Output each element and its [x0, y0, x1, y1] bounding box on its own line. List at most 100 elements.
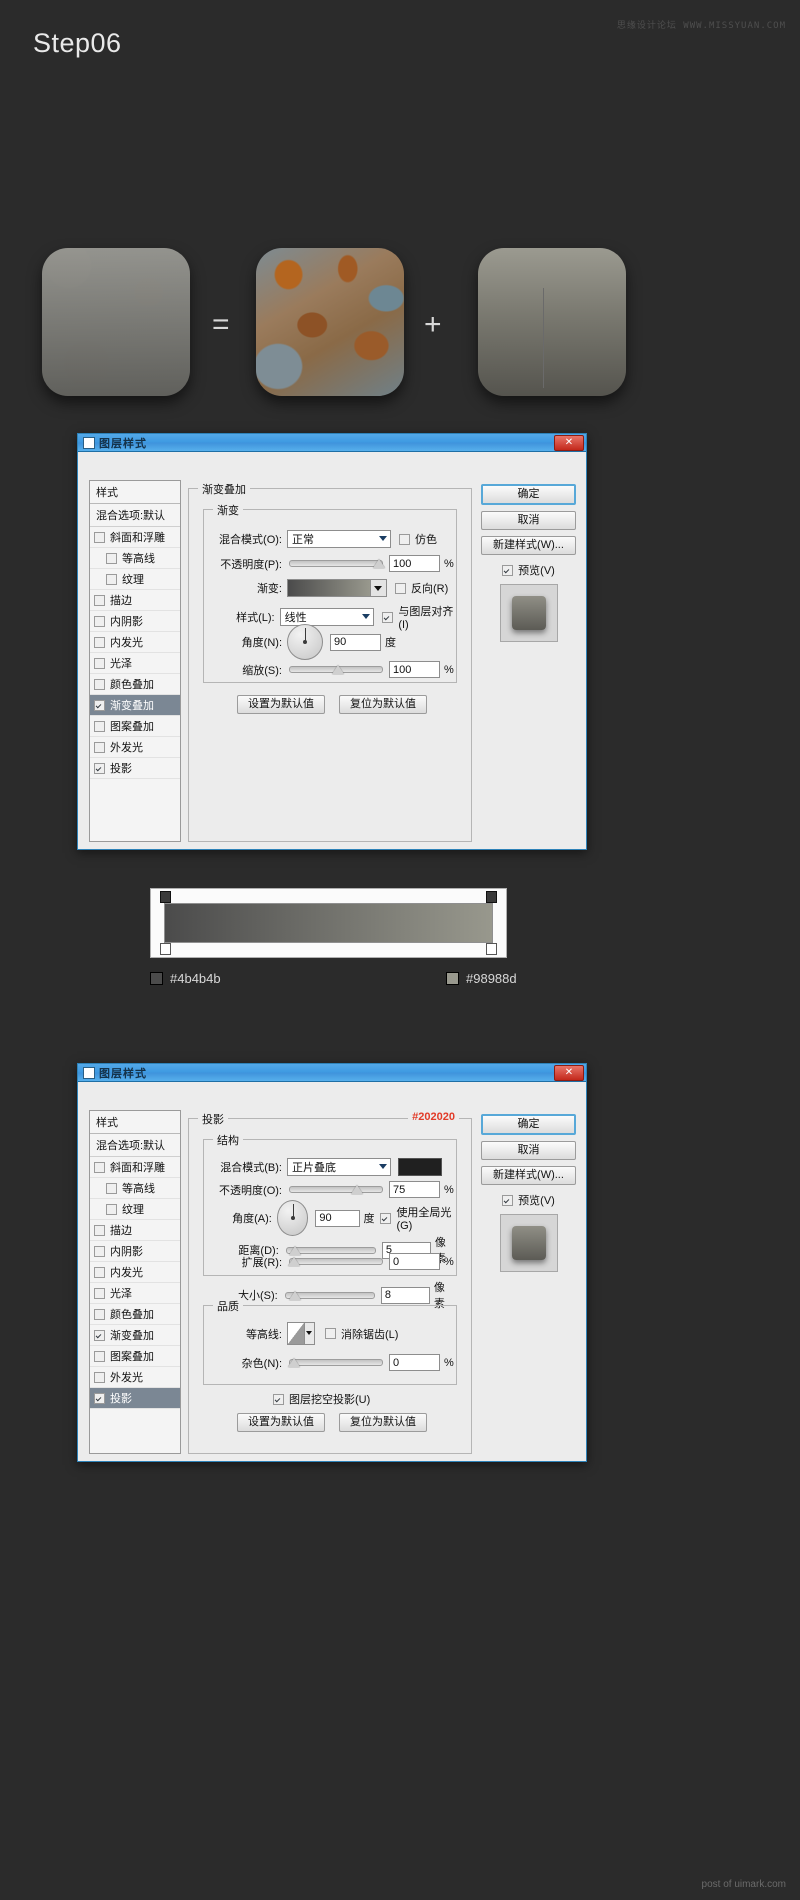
reverse-checkbox[interactable]: 反向(R): [395, 580, 448, 596]
checkbox-icon[interactable]: [94, 1224, 105, 1236]
cancel-button[interactable]: 取消: [481, 511, 576, 530]
style-list-item[interactable]: 渐变叠加: [90, 1325, 180, 1346]
style-list-item[interactable]: 图案叠加: [90, 716, 180, 737]
gradient-stop-bottom-right[interactable]: [486, 943, 497, 955]
checkbox-icon[interactable]: [94, 1245, 105, 1257]
chevron-down-icon[interactable]: [304, 1323, 314, 1344]
checkbox-icon[interactable]: [106, 1203, 117, 1215]
checkbox-icon[interactable]: [94, 1392, 105, 1404]
noise-slider[interactable]: [288, 1356, 383, 1369]
close-icon[interactable]: ✕: [554, 1065, 584, 1081]
opacity-input[interactable]: 75: [389, 1181, 440, 1198]
close-icon[interactable]: ✕: [554, 435, 584, 451]
styles-list[interactable]: 样式 混合选项:默认 斜面和浮雕 等高线 纹理 描边 内阴影 内发光 光泽 颜色叠加 渐变叠加图…: [89, 480, 181, 842]
checkbox-icon[interactable]: [94, 1350, 105, 1362]
checkbox-icon[interactable]: [94, 615, 105, 627]
checkbox-icon[interactable]: [94, 657, 105, 669]
checkbox-icon[interactable]: [94, 1266, 105, 1278]
reset-default-button[interactable]: 复位为默认值: [339, 695, 427, 714]
angle-input[interactable]: 90: [330, 633, 381, 651]
style-list-item[interactable]: 纹理: [90, 569, 180, 590]
checkbox-icon[interactable]: [106, 573, 117, 585]
styles-list[interactable]: 样式 混合选项:默认 斜面和浮雕 等高线 纹理 描边 内阴影 内发光 光泽 颜色叠加 渐变叠加图…: [89, 1110, 181, 1454]
opacity-input[interactable]: 100: [389, 555, 440, 572]
gradient-stop-top-right[interactable]: [486, 891, 497, 903]
checkbox-icon[interactable]: [106, 552, 117, 564]
style-list-item[interactable]: 描边: [90, 590, 180, 611]
dialog-titlebar[interactable]: 图层样式 ✕: [78, 1064, 586, 1082]
blending-options-item[interactable]: 混合选项:默认: [90, 504, 180, 527]
preview-checkbox[interactable]: 预览(V): [481, 562, 576, 578]
checkbox-icon[interactable]: [94, 1287, 105, 1299]
checkbox-icon[interactable]: [94, 1329, 105, 1341]
knockout-checkbox[interactable]: 图层挖空投影(U): [273, 1391, 370, 1407]
checkbox-icon[interactable]: [94, 636, 105, 648]
angle-input[interactable]: 90: [315, 1209, 361, 1227]
size-input[interactable]: 8: [380, 1286, 430, 1304]
style-list-item[interactable]: 等高线: [90, 1178, 180, 1199]
gradient-stop-top-left[interactable]: [160, 891, 171, 903]
style-list-item[interactable]: 光泽: [90, 1283, 180, 1304]
set-default-button[interactable]: 设置为默认值: [237, 1413, 325, 1432]
style-list-item[interactable]: 内阴影: [90, 1241, 180, 1262]
gradient-stop-bottom-left[interactable]: [160, 943, 171, 955]
style-list-item[interactable]: 外发光: [90, 737, 180, 758]
angle-dial[interactable]: [287, 624, 323, 660]
noise-input[interactable]: 0: [389, 1354, 440, 1371]
reset-default-button[interactable]: 复位为默认值: [339, 1413, 427, 1432]
contour-picker[interactable]: [287, 1322, 315, 1345]
opacity-slider[interactable]: [289, 557, 385, 570]
style-list-item[interactable]: 纹理: [90, 1199, 180, 1220]
gradient-picker[interactable]: [287, 579, 387, 597]
dither-checkbox[interactable]: 仿色: [399, 531, 437, 547]
cancel-button[interactable]: 取消: [481, 1141, 576, 1160]
checkbox-icon[interactable]: [94, 741, 105, 753]
checkbox-icon[interactable]: [94, 1161, 105, 1173]
style-list-item[interactable]: 内发光: [90, 632, 180, 653]
preview-checkbox[interactable]: 预览(V): [481, 1192, 576, 1208]
checkbox-icon[interactable]: [94, 1308, 105, 1320]
checkbox-icon[interactable]: [94, 699, 105, 711]
dialog-titlebar[interactable]: 图层样式 ✕: [78, 434, 586, 452]
style-list-item[interactable]: 内发光: [90, 1262, 180, 1283]
scale-slider[interactable]: [289, 663, 383, 676]
set-default-button[interactable]: 设置为默认值: [237, 695, 325, 714]
antialias-checkbox[interactable]: 消除锯齿(L): [325, 1326, 398, 1342]
style-list-item[interactable]: 等高线: [90, 548, 180, 569]
style-list-item[interactable]: 外发光: [90, 1367, 180, 1388]
checkbox-icon[interactable]: [94, 531, 105, 543]
style-list-item[interactable]: 斜面和浮雕: [90, 1157, 180, 1178]
blending-options-item[interactable]: 混合选项:默认: [90, 1134, 180, 1157]
style-list-item[interactable]: 投影: [90, 1388, 180, 1409]
style-list-item[interactable]: 投影: [90, 758, 180, 779]
style-list-item[interactable]: 颜色叠加: [90, 674, 180, 695]
checkbox-icon[interactable]: [94, 720, 105, 732]
blend-mode-select[interactable]: 正片叠底: [287, 1158, 391, 1176]
checkbox-icon[interactable]: [94, 594, 105, 606]
slider-thumb[interactable]: [373, 559, 385, 568]
gradient-editor-strip[interactable]: [150, 888, 507, 958]
slider-thumb[interactable]: [288, 1358, 300, 1367]
checkbox-icon[interactable]: [106, 1182, 117, 1194]
checkbox-icon[interactable]: [94, 678, 105, 690]
slider-thumb[interactable]: [332, 665, 344, 674]
spread-input[interactable]: 0: [389, 1253, 440, 1270]
angle-dial[interactable]: [276, 1200, 309, 1236]
style-list-item[interactable]: 渐变叠加: [90, 695, 180, 716]
style-list-item[interactable]: 描边: [90, 1220, 180, 1241]
scale-input[interactable]: 100: [389, 661, 440, 678]
slider-thumb[interactable]: [288, 1257, 300, 1266]
spread-slider[interactable]: [288, 1255, 383, 1268]
style-list-item[interactable]: 图案叠加: [90, 1346, 180, 1367]
ok-button[interactable]: 确定: [481, 484, 576, 505]
checkbox-icon[interactable]: [94, 1371, 105, 1383]
chevron-down-icon[interactable]: [370, 580, 386, 596]
global-light-checkbox[interactable]: 使用全局光(G): [380, 1204, 456, 1232]
blend-mode-select[interactable]: 正常: [287, 530, 391, 548]
checkbox-icon[interactable]: [94, 762, 105, 774]
style-list-item[interactable]: 内阴影: [90, 611, 180, 632]
new-style-button[interactable]: 新建样式(W)...: [481, 536, 576, 555]
style-list-item[interactable]: 斜面和浮雕: [90, 527, 180, 548]
slider-thumb[interactable]: [351, 1185, 363, 1194]
shadow-color-swatch[interactable]: [398, 1158, 442, 1176]
